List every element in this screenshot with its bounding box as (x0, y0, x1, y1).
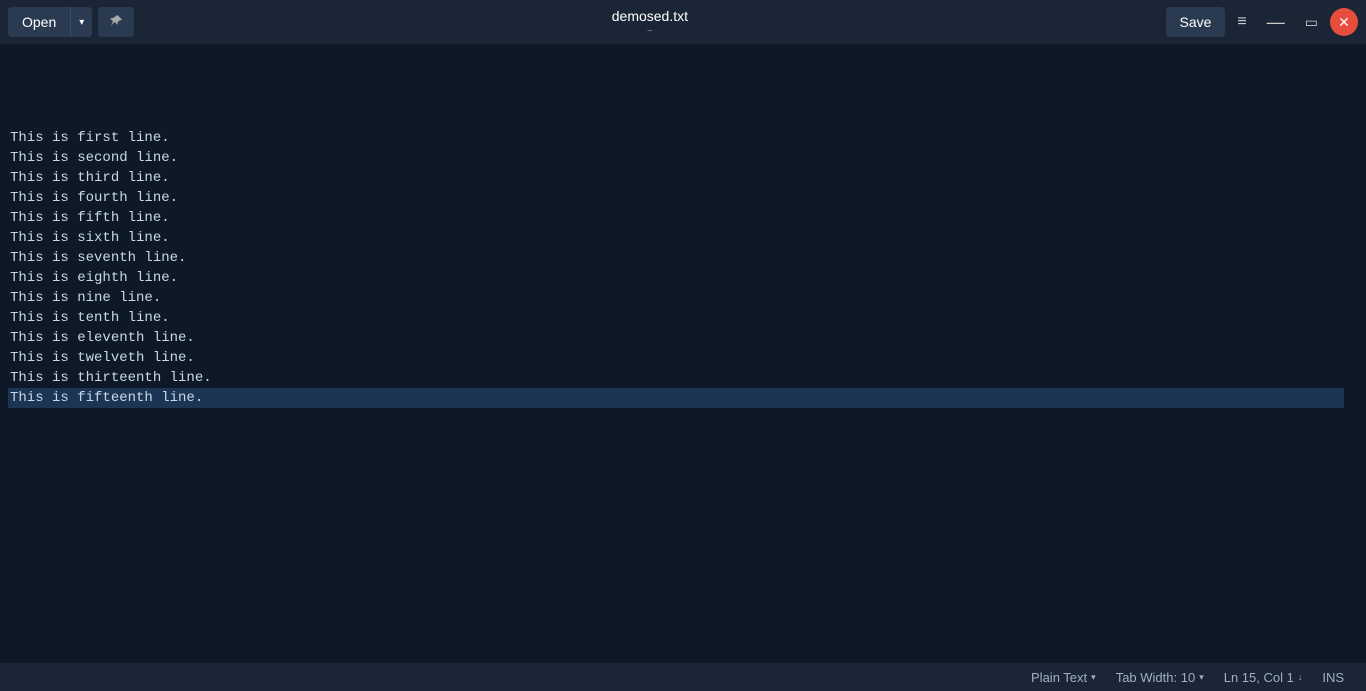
menu-button[interactable]: ≡ (1229, 7, 1254, 37)
plain-text-chevron-icon: ▾ (1091, 672, 1096, 683)
editor-line: This is eleventh line. (8, 328, 1344, 348)
ins-mode-label: INS (1312, 670, 1354, 685)
editor-line: This is third line. (8, 168, 1344, 188)
editor-line: This is thirteenth line. (8, 368, 1344, 388)
status-bar: Plain Text ▾ Tab Width: 10 ▾ Ln 15, Col … (0, 663, 1366, 691)
title-center: demosed.txt ~ (134, 8, 1165, 37)
text-editor[interactable]: This is first line.This is second line.T… (0, 44, 1352, 663)
cursor-position[interactable]: Ln 15, Col 1 ↓ (1214, 663, 1313, 691)
title-bar: Open ▾ demosed.txt ~ Save ≡ — ▭ ✕ (0, 0, 1366, 44)
editor-line: This is fifth line. (8, 208, 1344, 228)
open-dropdown-button[interactable]: ▾ (70, 7, 92, 37)
window-title: demosed.txt (612, 8, 688, 24)
editor-line: This is twelveth line. (8, 348, 1344, 368)
tab-width-chevron-icon: ▾ (1199, 672, 1204, 683)
editor-line: This is nine line. (8, 288, 1344, 308)
editor-container: This is first line.This is second line.T… (0, 44, 1366, 663)
tab-width-label: Tab Width: 10 (1116, 670, 1196, 685)
scrollbar[interactable] (1352, 44, 1366, 663)
open-button-group: Open ▾ (8, 7, 92, 37)
maximize-button[interactable]: ▭ (1297, 7, 1326, 37)
window-subtitle: ~ (134, 26, 1165, 37)
cursor-down-icon: ↓ (1298, 672, 1303, 682)
editor-line: This is sixth line. (8, 228, 1344, 248)
tab-width-selector[interactable]: Tab Width: 10 ▾ (1106, 663, 1214, 691)
window-controls: Save ≡ — ▭ ✕ (1166, 7, 1359, 37)
editor-line: This is second line. (8, 148, 1344, 168)
editor-lines: This is first line.This is second line.T… (8, 88, 1344, 428)
plain-text-selector[interactable]: Plain Text ▾ (1021, 663, 1106, 691)
editor-line: This is eighth line. (8, 268, 1344, 288)
pin-button[interactable] (98, 7, 134, 37)
minimize-button[interactable]: — (1259, 7, 1293, 37)
editor-line (8, 408, 1344, 428)
editor-line: This is first line. (8, 128, 1344, 148)
editor-line: This is fifteenth line. (8, 388, 1344, 408)
close-button[interactable]: ✕ (1330, 8, 1358, 36)
save-button[interactable]: Save (1166, 7, 1226, 37)
editor-line: This is seventh line. (8, 248, 1344, 268)
open-button[interactable]: Open (8, 7, 70, 37)
cursor-position-label: Ln 15, Col 1 (1224, 670, 1294, 685)
editor-line: This is fourth line. (8, 188, 1344, 208)
editor-line: This is tenth line. (8, 308, 1344, 328)
plain-text-label: Plain Text (1031, 670, 1087, 685)
